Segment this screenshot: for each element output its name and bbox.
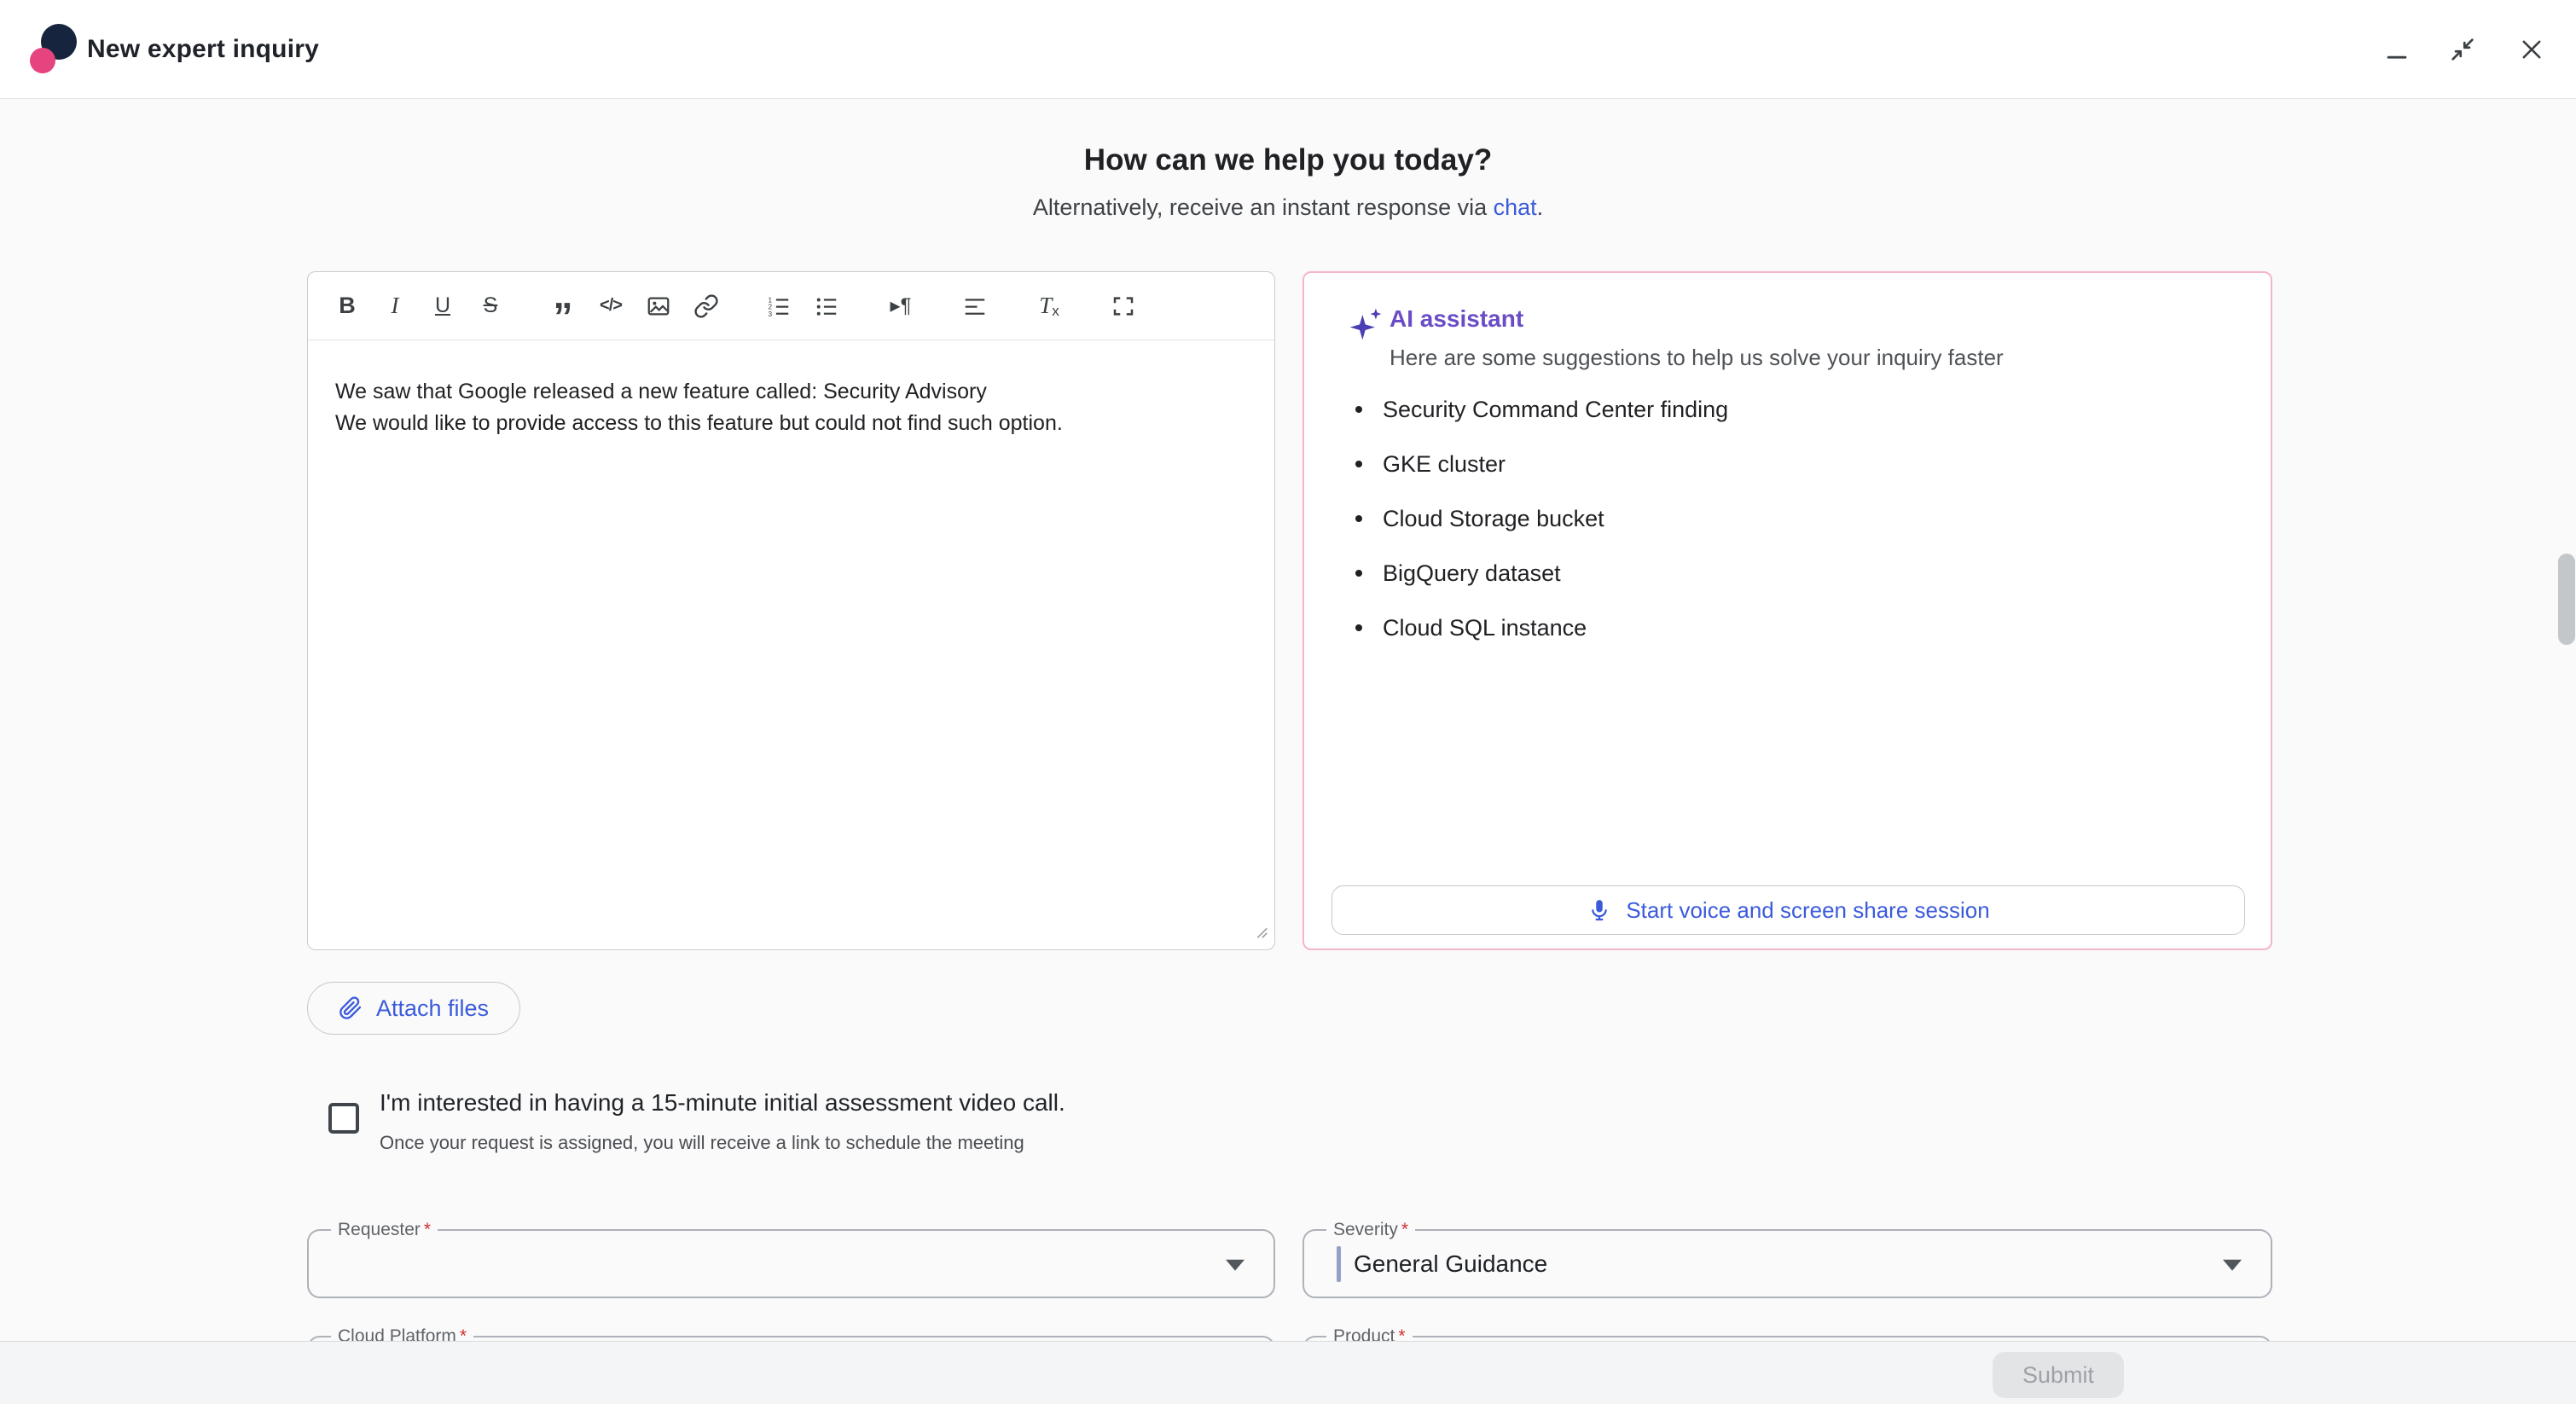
code-view-button[interactable]: </>: [592, 287, 629, 325]
code-icon: </>: [600, 296, 622, 316]
clear-formatting-button[interactable]: Tx: [1030, 287, 1068, 325]
suggestion-item[interactable]: BigQuery dataset: [1304, 546, 2271, 600]
fullscreen-icon: [1111, 293, 1136, 319]
page-subtitle: Alternatively, receive an instant respon…: [0, 194, 2576, 221]
italic-icon: I: [392, 293, 399, 319]
strikethrough-button[interactable]: S: [472, 287, 509, 325]
subtitle-period: .: [1537, 194, 1544, 220]
blockquote-button[interactable]: ”: [544, 287, 582, 325]
severity-value: General Guidance: [1354, 1250, 1547, 1278]
minimize-button[interactable]: [2376, 29, 2417, 70]
suggestion-label: BigQuery dataset: [1383, 560, 1561, 587]
bold-icon: B: [339, 293, 356, 319]
fullscreen-button[interactable]: [1105, 287, 1142, 325]
suggestion-label: Cloud SQL instance: [1383, 615, 1587, 641]
required-asterisk: *: [1401, 1220, 1408, 1239]
close-button[interactable]: [2511, 29, 2552, 70]
ai-assistant-subtitle: Here are some suggestions to help us sol…: [1390, 345, 2004, 371]
sparkle-icon: [1347, 305, 1384, 347]
page-title: How can we help you today?: [0, 143, 2576, 177]
severity-label: Severity*: [1326, 1220, 1415, 1240]
ordered-list-button[interactable]: 1 2 3: [760, 287, 798, 325]
chat-link[interactable]: chat: [1494, 194, 1537, 220]
editor-text-line: We would like to provide access to this …: [335, 408, 1247, 439]
voice-session-label: Start voice and screen share session: [1626, 897, 1989, 924]
paperclip-icon: [339, 996, 363, 1020]
video-call-note: Once your request is assigned, you will …: [380, 1132, 1024, 1154]
paragraph-style-button[interactable]: ▸¶: [882, 287, 920, 325]
ai-assistant-title: AI assistant: [1390, 305, 1523, 333]
bold-button[interactable]: B: [328, 287, 366, 325]
image-icon: [646, 293, 671, 319]
bullet-dot: [1355, 515, 1362, 522]
underline-button[interactable]: U: [424, 287, 461, 325]
suggestion-item[interactable]: GKE cluster: [1304, 437, 2271, 491]
bullet-dot: [1355, 624, 1362, 631]
insert-image-button[interactable]: [640, 287, 677, 325]
clear-formatting-icon: Tx: [1039, 293, 1059, 320]
inquiry-editor-panel: B I U S ” </> 1 2 3: [307, 271, 1275, 950]
suggestion-label: Security Command Center finding: [1383, 397, 1728, 423]
editor-toolbar: B I U S ” </> 1 2 3: [308, 272, 1274, 340]
unordered-list-button[interactable]: [808, 287, 845, 325]
attach-files-button[interactable]: Attach files: [307, 982, 520, 1035]
app-logo: [26, 19, 85, 80]
logo-pink-circle: [30, 48, 55, 73]
attach-files-label: Attach files: [376, 995, 489, 1022]
required-asterisk: *: [424, 1220, 431, 1239]
chevron-down-icon: [2223, 1259, 2242, 1270]
editor-text-line: We saw that Google released a new featur…: [335, 376, 1247, 408]
bullet-dot: [1355, 461, 1362, 467]
title-bar: New expert inquiry: [0, 0, 2576, 99]
italic-button[interactable]: I: [376, 287, 414, 325]
ordered-list-icon: 1 2 3: [766, 293, 792, 319]
suggestion-label: Cloud Storage bucket: [1383, 506, 1604, 532]
window-title: New expert inquiry: [87, 0, 319, 99]
text-caret: [1337, 1246, 1341, 1282]
suggestion-label: GKE cluster: [1383, 451, 1506, 478]
requester-select[interactable]: Requester*: [307, 1229, 1275, 1298]
align-icon: [962, 293, 988, 319]
bullet-dot: [1355, 406, 1362, 413]
suggestion-item[interactable]: Cloud SQL instance: [1304, 600, 2271, 655]
suggestion-list: Security Command Center finding GKE clus…: [1304, 382, 2271, 655]
paragraph-icon: ▸¶: [891, 293, 912, 318]
bullet-dot: [1355, 570, 1362, 577]
voice-session-button[interactable]: Start voice and screen share session: [1332, 885, 2245, 935]
microphone-icon: [1587, 897, 1612, 923]
subtitle-text: Alternatively, receive an instant respon…: [1033, 194, 1494, 220]
scrollbar-thumb[interactable]: [2558, 554, 2575, 645]
suggestion-item[interactable]: Cloud Storage bucket: [1304, 491, 2271, 546]
close-icon: [2517, 35, 2546, 64]
footer-bar: Submit: [0, 1341, 2576, 1404]
video-call-label: I'm interested in having a 15-minute ini…: [380, 1089, 1065, 1117]
minimize-icon: [2382, 35, 2411, 64]
resize-handle[interactable]: [1251, 922, 1270, 945]
ai-assistant-panel: AI assistant Here are some suggestions t…: [1303, 271, 2272, 950]
video-call-checkbox[interactable]: [328, 1103, 359, 1134]
suggestion-item[interactable]: Security Command Center finding: [1304, 382, 2271, 437]
link-icon: [693, 293, 719, 319]
strikethrough-icon: S: [484, 293, 498, 318]
requester-label: Requester*: [331, 1220, 438, 1240]
chevron-down-icon: [1226, 1259, 1244, 1270]
align-button[interactable]: [956, 287, 994, 325]
submit-button[interactable]: Submit: [1993, 1352, 2124, 1398]
unordered-list-icon: [814, 293, 839, 319]
restore-button[interactable]: [2442, 29, 2483, 70]
inquiry-text-area[interactable]: We saw that Google released a new featur…: [308, 340, 1274, 951]
underline-icon: U: [435, 293, 450, 318]
collapse-arrows-icon: [2448, 35, 2477, 64]
insert-link-button[interactable]: [688, 287, 725, 325]
severity-select[interactable]: Severity* General Guidance: [1303, 1229, 2272, 1298]
svg-text:3: 3: [769, 310, 773, 317]
